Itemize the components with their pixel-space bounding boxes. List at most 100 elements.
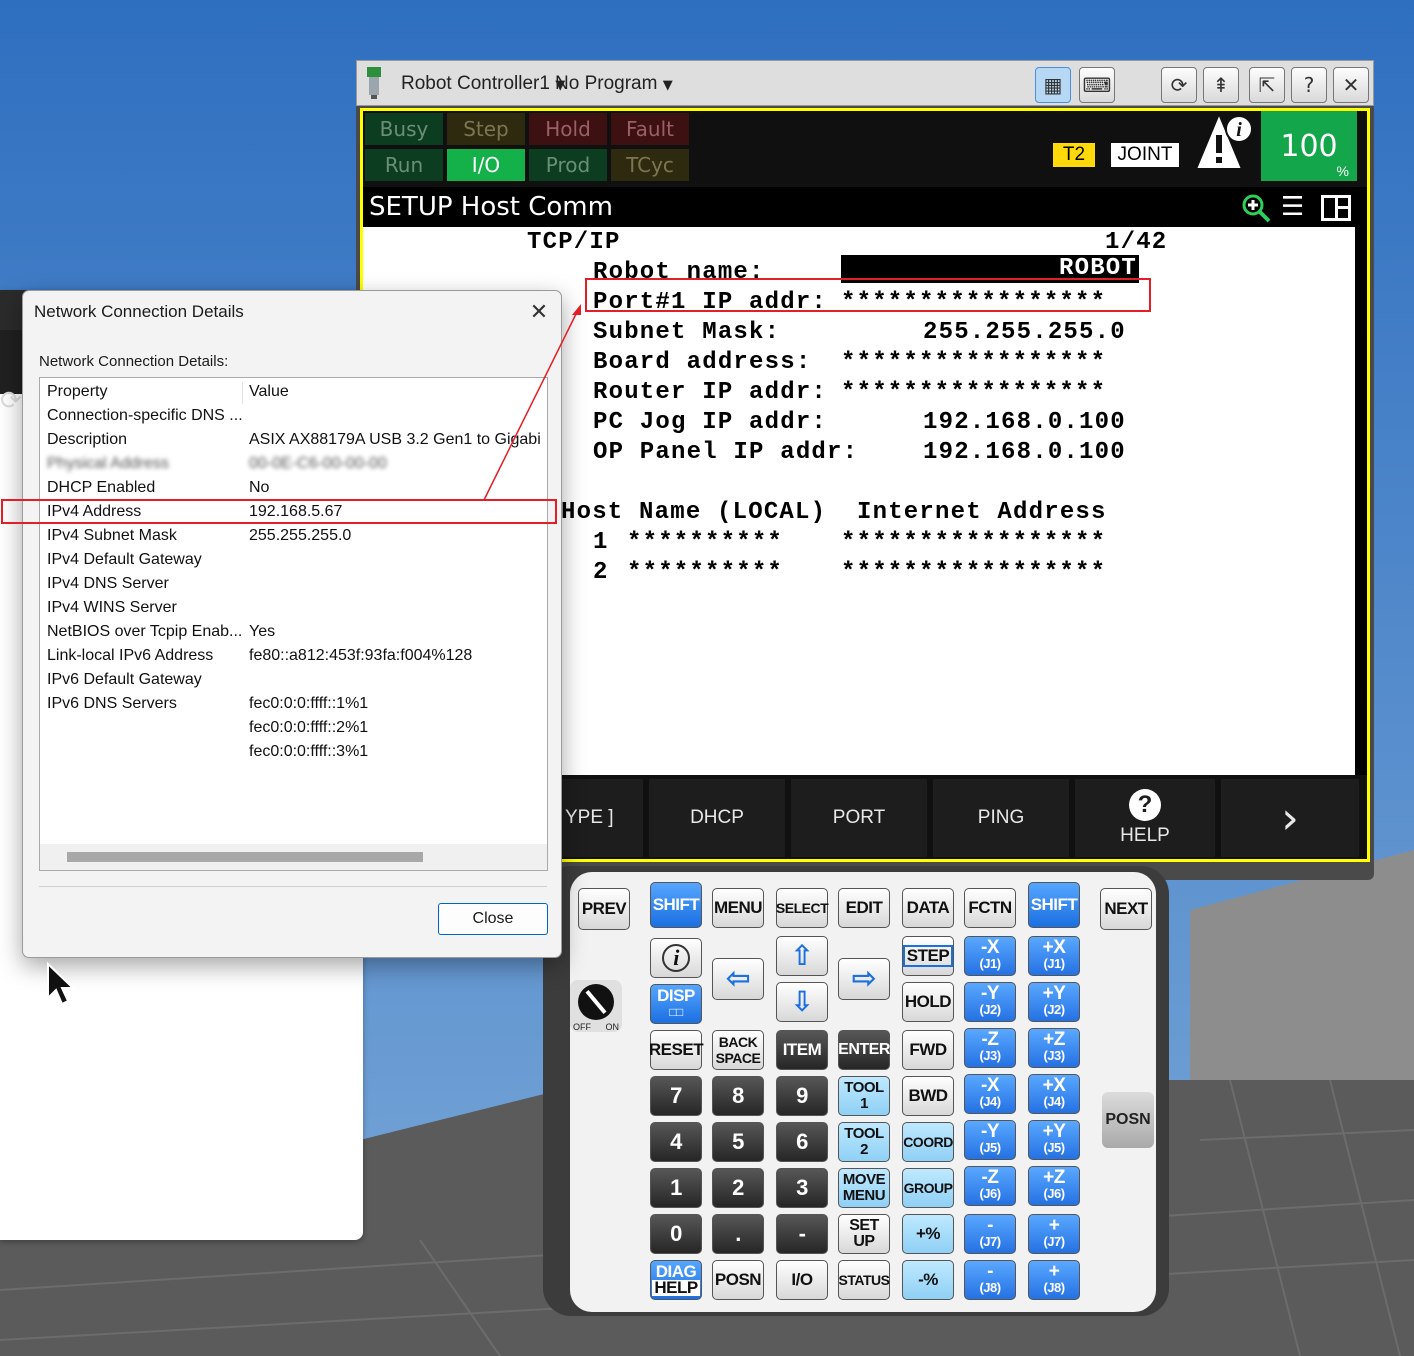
list-item[interactable]: IPv4 Subnet Mask 255.255.255.0 xyxy=(40,524,547,548)
list-item[interactable]: IPv4 Default Gateway xyxy=(40,548,547,572)
data-key[interactable]: DATA xyxy=(902,888,954,928)
hold-key[interactable]: HOLD xyxy=(902,982,954,1022)
diag-help-key[interactable]: DIAG HELP xyxy=(650,1260,702,1300)
column-divider[interactable] xyxy=(242,382,243,404)
list-item[interactable]: fec0:0:0:ffff::3%1 xyxy=(40,740,547,764)
column-header-property[interactable]: Property xyxy=(47,383,107,401)
arrow-up-key[interactable]: ⇧ xyxy=(776,936,828,976)
subnet-mask-value[interactable]: 255.255.255.0 xyxy=(923,319,1126,346)
status-key[interactable]: STATUS xyxy=(838,1260,890,1300)
column-header-value[interactable]: Value xyxy=(249,383,289,401)
jog-plus-x-key[interactable]: +X (J1) xyxy=(1028,936,1080,976)
f4-ping-key[interactable]: PING xyxy=(933,779,1069,857)
jog-plus-j8-key[interactable]: + (J8) xyxy=(1028,1260,1080,1300)
list-item[interactable]: fec0:0:0:ffff::2%1 xyxy=(40,716,547,740)
list-item[interactable]: IPv4 WINS Server xyxy=(40,596,547,620)
jog-minus-rx-key[interactable]: -X (J4) xyxy=(964,1074,1016,1114)
jog-minus-x-key[interactable]: -X (J1) xyxy=(964,936,1016,976)
list-item[interactable]: IPv4 DNS Server xyxy=(40,572,547,596)
reset-view-button[interactable]: ⟳ xyxy=(1161,67,1197,103)
help-button[interactable]: ? xyxy=(1291,67,1327,103)
jog-minus-j8-key[interactable]: - (J8) xyxy=(964,1260,1016,1300)
menu-icon[interactable]: ☰ xyxy=(1281,193,1304,221)
jog-plus-ry-key[interactable]: +Y (J5) xyxy=(1028,1120,1080,1160)
fctn-key[interactable]: FCTN xyxy=(964,888,1016,928)
item-key[interactable]: ITEM xyxy=(776,1030,828,1070)
key-2[interactable]: 2 xyxy=(712,1168,764,1208)
coord-key[interactable]: COORD xyxy=(902,1122,954,1162)
jog-plus-rx-key[interactable]: +X (J4) xyxy=(1028,1074,1080,1114)
close-button[interactable]: Close xyxy=(438,903,548,935)
pendant-view-button[interactable]: ▦ xyxy=(1035,67,1071,103)
host-2-name[interactable]: ********** xyxy=(627,559,783,586)
speed-down-key[interactable]: -% xyxy=(902,1260,954,1300)
zoom-in-icon[interactable] xyxy=(1241,193,1271,223)
key-3[interactable]: 3 xyxy=(776,1168,828,1208)
list-item[interactable]: IPv6 Default Gateway xyxy=(40,668,547,692)
move-menu-key[interactable]: MOVE MENU xyxy=(838,1168,890,1208)
tool2-key[interactable]: TOOL 2 xyxy=(838,1122,890,1162)
shift-left-key[interactable]: SHIFT xyxy=(650,882,702,928)
host-2-address[interactable]: ***************** xyxy=(841,559,1106,586)
list-item[interactable]: Connection-specific DNS ... xyxy=(40,404,547,428)
key-9[interactable]: 9 xyxy=(776,1076,828,1116)
speed-up-key[interactable]: +% xyxy=(902,1214,954,1254)
program-dropdown[interactable]: No Program ▼ xyxy=(555,73,673,95)
backspace-key[interactable]: BACK SPACE xyxy=(712,1030,764,1070)
jog-minus-rz-key[interactable]: -Z (J6) xyxy=(964,1166,1016,1206)
list-item[interactable]: DHCP Enabled No xyxy=(40,476,547,500)
list-item[interactable]: Link-local IPv6 Address fe80::a812:453f:9… xyxy=(40,644,547,668)
tool1-key[interactable]: TOOL 1 xyxy=(838,1076,890,1116)
jog-minus-y-key[interactable]: -Y (J2) xyxy=(964,982,1016,1022)
menu-key[interactable]: MENU xyxy=(712,888,764,928)
scrollbar-thumb[interactable] xyxy=(67,852,423,862)
shift-right-key[interactable]: SHIFT xyxy=(1028,882,1080,928)
fwd-key[interactable]: FWD xyxy=(902,1030,954,1070)
key-5[interactable]: 5 xyxy=(712,1122,764,1162)
pc-jog-ip-value[interactable]: 192.168.0.100 xyxy=(923,409,1126,436)
popout-button[interactable]: ⇱ xyxy=(1249,67,1285,103)
next-key[interactable]: NEXT xyxy=(1100,888,1152,930)
key-6[interactable]: 6 xyxy=(776,1122,828,1162)
disp-key[interactable]: DISP □□ xyxy=(650,984,702,1024)
f5-help-key[interactable]: ? HELP xyxy=(1075,779,1215,857)
arrow-down-key[interactable]: ⇩ xyxy=(776,982,828,1022)
controller-dropdown[interactable]: Robot Controller1 ▼ xyxy=(401,73,565,95)
prev-key[interactable]: PREV xyxy=(578,888,630,930)
side-posn-key[interactable]: POSN xyxy=(1102,1092,1154,1148)
warning-info-icon[interactable]: i xyxy=(1197,113,1257,173)
jog-plus-j7-key[interactable]: + (J7) xyxy=(1028,1214,1080,1254)
host-1-name[interactable]: ********** xyxy=(627,529,783,556)
list-item[interactable]: IPv6 DNS Servers fec0:0:0:ffff::1%1 xyxy=(40,692,547,716)
step-key[interactable]: STEP xyxy=(902,936,954,976)
posn-key[interactable]: POSN xyxy=(712,1260,764,1300)
key-minus[interactable]: - xyxy=(776,1214,828,1254)
jog-plus-rz-key[interactable]: +Z (J6) xyxy=(1028,1166,1080,1206)
close-button[interactable]: ✕ xyxy=(1333,67,1369,103)
jog-minus-ry-key[interactable]: -Y (J5) xyxy=(964,1120,1016,1160)
key-4[interactable]: 4 xyxy=(650,1122,702,1162)
host-1-address[interactable]: ***************** xyxy=(841,529,1106,556)
override-indicator[interactable]: 100 % xyxy=(1261,111,1357,181)
enter-key[interactable]: ENTER xyxy=(838,1030,890,1070)
pin-button[interactable]: ⇞ xyxy=(1203,67,1239,103)
bwd-key[interactable]: BWD xyxy=(902,1076,954,1116)
horizontal-scrollbar[interactable] xyxy=(40,844,547,870)
edit-key[interactable]: EDIT xyxy=(838,888,890,928)
f3-port-key[interactable]: PORT xyxy=(791,779,927,857)
key-1[interactable]: 1 xyxy=(650,1168,702,1208)
key-7[interactable]: 7 xyxy=(650,1076,702,1116)
enable-switch[interactable]: OFF ON xyxy=(570,980,622,1032)
setup-key[interactable]: SET UP xyxy=(838,1214,890,1254)
jog-minus-j7-key[interactable]: - (J7) xyxy=(964,1214,1016,1254)
reset-key[interactable]: RESET xyxy=(649,1030,704,1070)
jog-minus-z-key[interactable]: -Z (J3) xyxy=(964,1028,1016,1068)
info-key[interactable]: i xyxy=(650,938,702,978)
key-0[interactable]: 0 xyxy=(650,1214,702,1254)
next-page-key[interactable]: › xyxy=(1221,779,1359,857)
board-address-value[interactable]: ***************** xyxy=(841,349,1106,376)
arrow-right-key[interactable]: ⇨ xyxy=(838,958,890,1000)
list-item[interactable]: NetBIOS over Tcpip Enab... Yes xyxy=(40,620,547,644)
jog-plus-y-key[interactable]: +Y (J2) xyxy=(1028,982,1080,1022)
io-key[interactable]: I/O xyxy=(776,1260,828,1300)
